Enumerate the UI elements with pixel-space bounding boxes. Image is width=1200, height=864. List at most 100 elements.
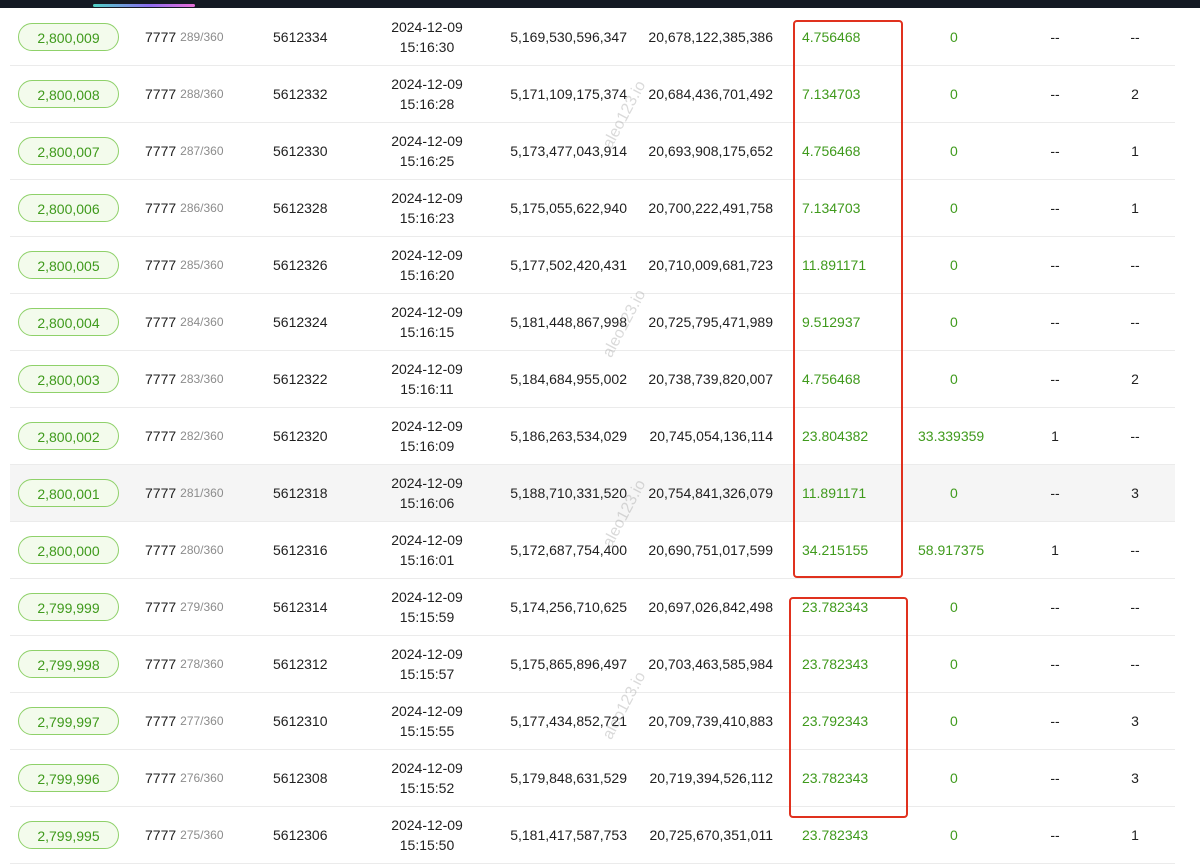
epoch-cell: 7777 279/360 xyxy=(145,579,255,635)
epoch-number[interactable]: 7777 xyxy=(145,827,176,843)
block-height-link[interactable]: 2,800,005 xyxy=(18,251,119,279)
block-reward-cell: 0 xyxy=(950,86,958,102)
epoch-number[interactable]: 7777 xyxy=(145,86,176,102)
transactions-count-cell: 3 xyxy=(1131,485,1139,501)
block-height-link[interactable]: 2,800,006 xyxy=(18,194,119,222)
puzzle-reward-cell: 23.782343 xyxy=(802,827,869,843)
transactions-count-cell: -- xyxy=(1130,542,1140,558)
timestamp-date: 2024-12-09 xyxy=(391,76,463,92)
timestamp-date: 2024-12-09 xyxy=(391,589,463,605)
block-height-cell: 2,799,998 xyxy=(17,636,120,692)
solutions-count-cell: -- xyxy=(1050,770,1060,786)
epoch-number[interactable]: 7777 xyxy=(145,542,176,558)
block-height-cell: 2,800,006 xyxy=(17,180,120,236)
block-height-cell: 2,800,007 xyxy=(17,123,120,179)
timestamp-time: 15:16:15 xyxy=(399,324,455,340)
timestamp-cell: 2024-12-09 15:15:59 xyxy=(372,579,482,635)
block-height-link[interactable]: 2,799,999 xyxy=(18,593,119,621)
block-height-link[interactable]: 2,799,998 xyxy=(18,650,119,678)
solutions-count-cell: -- xyxy=(1050,86,1060,102)
timestamp-date: 2024-12-09 xyxy=(391,646,463,662)
epoch-index: 285/360 xyxy=(180,258,224,272)
epoch-index: 275/360 xyxy=(180,828,224,842)
epoch-cell: 7777 281/360 xyxy=(145,465,255,521)
solutions-count-cell: 1 xyxy=(1051,542,1059,558)
coinbase-target-cell: 20,703,463,585,984 xyxy=(648,656,773,672)
block-reward-cell: 33.339359 xyxy=(918,428,985,444)
epoch-number[interactable]: 7777 xyxy=(145,200,176,216)
timestamp-cell: 2024-12-09 15:16:25 xyxy=(372,123,482,179)
table-row: 2,800,008 7777 288/360 5612332 2024-12-09 15:… xyxy=(10,66,1175,123)
proof-target-cell: 5,179,848,631,529 xyxy=(510,770,627,786)
block-height-link[interactable]: 2,800,004 xyxy=(18,308,119,336)
block-height-link[interactable]: 2,799,995 xyxy=(18,821,119,849)
proof-target-cell: 5,181,448,867,998 xyxy=(510,314,627,330)
epoch-index: 286/360 xyxy=(180,201,224,215)
block-height-link[interactable]: 2,800,008 xyxy=(18,80,119,108)
block-height-link[interactable]: 2,799,997 xyxy=(18,707,119,735)
solutions-count-cell: -- xyxy=(1050,143,1060,159)
epoch-index: 278/360 xyxy=(180,657,224,671)
timestamp-time: 15:15:57 xyxy=(399,666,455,682)
proof-target-cell: 5,175,865,896,497 xyxy=(510,656,627,672)
block-height-link[interactable]: 2,800,009 xyxy=(18,22,119,51)
epoch-number[interactable]: 7777 xyxy=(145,656,176,672)
epoch-number[interactable]: 7777 xyxy=(145,713,176,729)
proof-target-cell: 5,171,109,175,374 xyxy=(510,86,627,102)
epoch-cell: 7777 278/360 xyxy=(145,636,255,692)
coinbase-target-cell: 20,738,739,820,007 xyxy=(648,371,773,387)
epoch-cell: 7777 284/360 xyxy=(145,294,255,350)
solutions-count-cell: -- xyxy=(1050,257,1060,273)
table-row: 2,800,003 7777 283/360 5612322 2024-12-09 15:… xyxy=(10,351,1175,408)
block-height-cell: 2,800,001 xyxy=(17,465,120,521)
epoch-cell: 7777 280/360 xyxy=(145,522,255,578)
block-height-link[interactable]: 2,799,996 xyxy=(18,764,119,792)
block-reward-cell: 0 xyxy=(950,713,958,729)
epoch-index: 284/360 xyxy=(180,315,224,329)
timestamp-cell: 2024-12-09 15:16:11 xyxy=(372,351,482,407)
timestamp-time: 15:15:55 xyxy=(399,723,455,739)
epoch-number[interactable]: 7777 xyxy=(145,314,176,330)
epoch-number[interactable]: 7777 xyxy=(145,29,176,45)
solutions-count-cell: -- xyxy=(1050,28,1060,45)
block-height-link[interactable]: 2,800,001 xyxy=(18,479,119,507)
table-row: 2,799,997 7777 277/360 5612310 2024-12-09 15:… xyxy=(10,693,1175,750)
epoch-index: 277/360 xyxy=(180,714,224,728)
block-height-link[interactable]: 2,800,002 xyxy=(18,422,119,450)
coinbase-target-cell: 20,684,436,701,492 xyxy=(648,86,773,102)
transactions-count-cell: -- xyxy=(1130,257,1140,273)
block-reward-cell: 0 xyxy=(950,143,958,159)
block-height-cell: 2,800,003 xyxy=(17,351,120,407)
solutions-count-cell: -- xyxy=(1050,713,1060,729)
epoch-number[interactable]: 7777 xyxy=(145,770,176,786)
epoch-number[interactable]: 7777 xyxy=(145,485,176,501)
proof-target-cell: 5,177,502,420,431 xyxy=(510,257,627,273)
epoch-cell: 7777 283/360 xyxy=(145,351,255,407)
round-cell: 5612310 xyxy=(273,713,328,729)
block-height-link[interactable]: 2,800,000 xyxy=(18,536,119,564)
puzzle-reward-cell: 23.782343 xyxy=(802,656,869,672)
block-height-link[interactable]: 2,800,003 xyxy=(18,365,119,393)
coinbase-target-cell: 20,709,739,410,883 xyxy=(648,713,773,729)
block-height-link[interactable]: 2,800,007 xyxy=(18,137,119,165)
epoch-number[interactable]: 7777 xyxy=(145,143,176,159)
epoch-number[interactable]: 7777 xyxy=(145,371,176,387)
block-reward-cell: 0 xyxy=(950,257,958,273)
solutions-count-cell: -- xyxy=(1050,200,1060,216)
timestamp-time: 15:15:50 xyxy=(399,837,455,853)
timestamp-time: 15:16:23 xyxy=(399,210,455,226)
block-height-cell: 2,800,004 xyxy=(17,294,120,350)
proof-target-cell: 5,186,263,534,029 xyxy=(510,428,627,444)
coinbase-target-cell: 20,754,841,326,079 xyxy=(648,485,773,501)
timestamp-date: 2024-12-09 xyxy=(391,304,463,320)
epoch-number[interactable]: 7777 xyxy=(145,428,176,444)
round-cell: 5612318 xyxy=(273,485,328,501)
round-cell: 5612320 xyxy=(273,428,328,444)
round-cell: 5612306 xyxy=(273,827,328,843)
top-nav-bar xyxy=(0,0,1200,8)
coinbase-target-cell: 20,697,026,842,498 xyxy=(648,599,773,615)
epoch-number[interactable]: 7777 xyxy=(145,599,176,615)
epoch-number[interactable]: 7777 xyxy=(145,257,176,273)
blocks-table: 2,800,009 7777 289/360 5612334 2024-12-09 15:… xyxy=(10,8,1175,864)
timestamp-time: 15:16:01 xyxy=(399,552,455,568)
